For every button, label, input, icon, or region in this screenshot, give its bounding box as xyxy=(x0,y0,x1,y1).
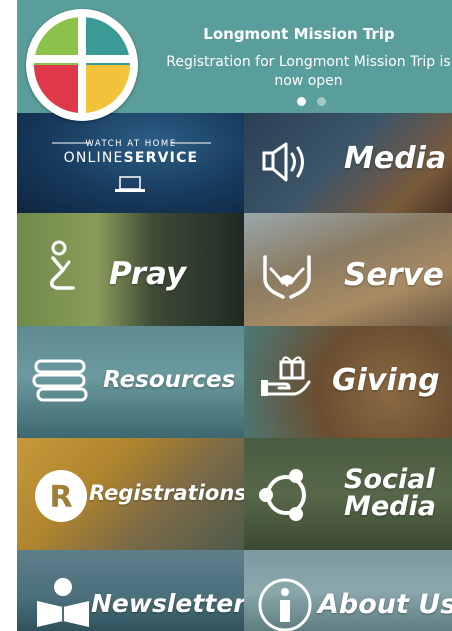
svg-text:R: R xyxy=(49,480,72,515)
tile-online-service[interactable]: WATCH AT HOME ONLINESERVICE xyxy=(17,113,244,213)
online-service-brand-left: ONLINE xyxy=(64,150,124,166)
speaker-icon xyxy=(262,142,304,182)
info-icon xyxy=(258,578,312,631)
registration-r-icon: R xyxy=(35,470,87,522)
serve-label: Serve xyxy=(344,257,444,293)
tile-resources[interactable]: Resources xyxy=(17,326,244,438)
tile-pray[interactable]: Pray xyxy=(17,213,244,326)
social-media-label-line2: Media xyxy=(344,491,436,522)
app-screen: Longmont Mission Trip Registration for L… xyxy=(17,0,452,631)
church-logo-cross-icon xyxy=(32,15,132,115)
tile-social-media[interactable]: Social Media xyxy=(244,438,452,550)
resources-label: Resources xyxy=(103,367,236,393)
reader-icon xyxy=(37,578,89,627)
tile-serve[interactable]: Serve xyxy=(244,213,452,326)
tile-newsletter[interactable]: Newsletter xyxy=(17,550,244,631)
gift-hand-icon xyxy=(261,356,311,396)
svg-text:ONLINESERVICE: ONLINESERVICE xyxy=(64,150,199,166)
online-service-top-text: WATCH AT HOME xyxy=(85,139,176,149)
banner-title: Longmont Mission Trip xyxy=(203,25,395,43)
tile-media[interactable]: Media xyxy=(244,113,452,213)
social-media-label: Social Media xyxy=(344,466,436,520)
social-media-label-line1: Social xyxy=(344,464,435,495)
registrations-label: Registrations xyxy=(89,481,244,505)
giving-label: Giving xyxy=(332,363,440,398)
online-service-logo: WATCH AT HOME ONLINESERVICE xyxy=(52,139,211,192)
tile-giving[interactable]: Giving xyxy=(244,326,452,438)
church-logo[interactable] xyxy=(26,9,138,121)
carousel-dot-inactive[interactable] xyxy=(317,97,326,106)
online-service-brand-right: SERVICE xyxy=(124,150,199,166)
tile-registrations[interactable]: R Registrations xyxy=(17,438,244,550)
praying-person-icon xyxy=(49,240,75,290)
pray-label: Pray xyxy=(109,256,187,292)
share-network-icon xyxy=(259,469,306,521)
laptop-icon xyxy=(119,176,141,190)
newsletter-label: Newsletter xyxy=(91,589,244,618)
tile-about-us[interactable]: About Us xyxy=(244,550,452,631)
media-label: Media xyxy=(344,141,447,176)
carousel-dot-active[interactable] xyxy=(297,97,306,106)
about-us-label: About Us xyxy=(318,589,452,620)
helping-hands-icon xyxy=(263,255,311,299)
books-icon xyxy=(32,359,88,402)
banner-subtitle: Registration for Longmont Mission Trip i… xyxy=(166,54,451,89)
